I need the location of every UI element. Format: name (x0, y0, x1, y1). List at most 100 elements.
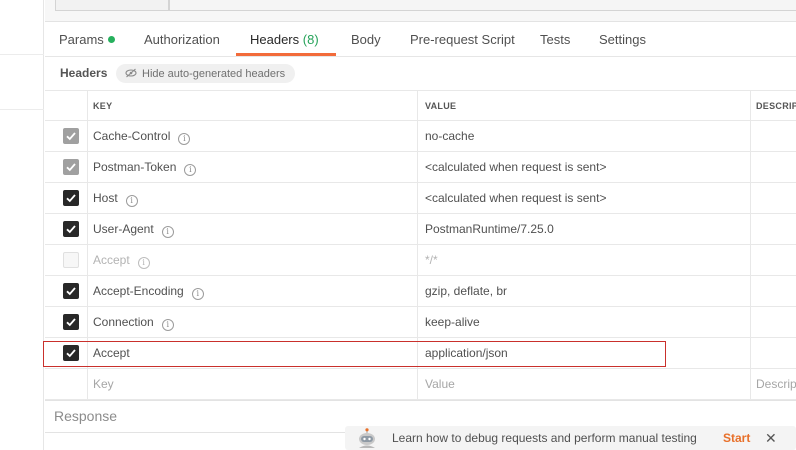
header-enabled-checkbox[interactable] (63, 283, 79, 299)
tab-label: Authorization (144, 32, 220, 47)
hide-button-label: Hide auto-generated headers (142, 68, 286, 80)
header-enabled-checkbox[interactable] (63, 252, 79, 268)
tab-label: Tests (540, 32, 571, 47)
header-key-cell[interactable]: User-Agent i (87, 214, 417, 244)
eye-slash-icon (125, 64, 137, 83)
response-title: Response (54, 408, 118, 424)
header-key: User-Agent (93, 222, 154, 236)
method-select[interactable] (55, 0, 169, 11)
table-row: Cache-Control i no-cache (45, 121, 796, 152)
tab-tests[interactable]: Tests (540, 22, 570, 57)
header-check-column (45, 91, 87, 121)
header-enabled-checkbox[interactable] (63, 314, 79, 330)
header-description-cell[interactable] (750, 338, 796, 368)
header-enabled-checkbox[interactable] (63, 128, 79, 144)
info-icon[interactable]: i (191, 288, 204, 300)
header-value-cell[interactable]: <calculated when request is sent> (417, 183, 750, 213)
row-check-cell (45, 152, 87, 182)
toast-start-button[interactable]: Start (723, 426, 750, 450)
header-key-cell[interactable]: Accept-Encoding i (87, 276, 417, 306)
header-value-cell[interactable]: PostmanRuntime/7.25.0 (417, 214, 750, 244)
header-key-cell[interactable]: Postman-Token i (87, 152, 417, 182)
hide-auto-generated-headers-button[interactable]: Hide auto-generated headers (116, 64, 296, 83)
column-header-value: VALUE (417, 91, 750, 121)
row-check-cell (45, 183, 87, 213)
new-header-row: Key Value Descript (45, 369, 796, 400)
table-row: Host i <calculated when request is sent> (45, 183, 796, 214)
header-enabled-checkbox[interactable] (63, 190, 79, 206)
header-description-cell[interactable] (750, 152, 796, 182)
header-description-cell[interactable] (750, 214, 796, 244)
header-key: Cache-Control (93, 129, 171, 143)
postman-bot-icon (355, 428, 379, 450)
active-tab-indicator (236, 53, 336, 56)
sidebar-divider (0, 109, 44, 110)
row-check-cell (45, 276, 87, 306)
table-row: Accept-Encoding i gzip, deflate, br (45, 276, 796, 307)
request-tabs: Params Authorization Headers (8) Body Pr… (45, 22, 796, 57)
tab-label: Pre-request Script (410, 32, 515, 47)
table-header-row: KEY VALUE DESCRIP (45, 90, 796, 121)
header-key-cell[interactable]: Cache-Control i (87, 121, 417, 151)
new-description-input[interactable]: Descript (750, 369, 796, 399)
tab-settings[interactable]: Settings (599, 22, 646, 57)
header-key: Accept-Encoding (93, 284, 184, 298)
row-check-cell (45, 338, 87, 368)
toast-message: Learn how to debug requests and perform … (392, 431, 697, 445)
tab-label: Params (59, 32, 104, 47)
header-value-cell[interactable]: no-cache (417, 121, 750, 151)
header-value-cell[interactable]: keep-alive (417, 307, 750, 337)
tab-pre-request-script[interactable]: Pre-request Script (410, 22, 515, 57)
header-key-cell[interactable]: Accept (87, 338, 417, 368)
row-check-cell (45, 245, 87, 275)
header-description-cell[interactable] (750, 183, 796, 213)
sidebar-divider (0, 54, 44, 55)
info-icon[interactable]: i (161, 319, 174, 331)
table-row: User-Agent i PostmanRuntime/7.25.0 (45, 214, 796, 245)
header-key: Host (93, 191, 118, 205)
column-header-description: DESCRIP (750, 91, 796, 121)
header-value-cell[interactable]: gzip, deflate, br (417, 276, 750, 306)
tab-label: Settings (599, 32, 646, 47)
header-description-cell[interactable] (750, 245, 796, 275)
info-icon[interactable]: i (125, 195, 138, 207)
header-description-cell[interactable] (750, 276, 796, 306)
column-header-key: KEY (87, 91, 417, 121)
headers-toolbar: Headers Hide auto-generated headers (45, 57, 796, 90)
table-row: Postman-Token i <calculated when request … (45, 152, 796, 183)
row-check-cell (45, 369, 87, 399)
new-value-input[interactable]: Value (417, 369, 750, 399)
header-enabled-checkbox[interactable] (63, 345, 79, 361)
info-icon[interactable]: i (178, 133, 191, 145)
header-value-cell[interactable]: */* (417, 245, 750, 275)
info-icon[interactable]: i (137, 257, 150, 269)
header-description-cell[interactable] (750, 307, 796, 337)
header-enabled-checkbox[interactable] (63, 159, 79, 175)
header-key-cell[interactable]: Connection i (87, 307, 417, 337)
header-value-cell[interactable]: <calculated when request is sent> (417, 152, 750, 182)
url-input[interactable] (169, 0, 796, 11)
header-key: Accept (93, 346, 130, 360)
table-row: Accept i */* (45, 245, 796, 276)
check-icon (66, 318, 76, 327)
header-value-cell[interactable]: application/json (417, 338, 750, 368)
tab-headers[interactable]: Headers (8) (250, 22, 319, 57)
info-icon[interactable]: i (184, 164, 197, 176)
header-key: Connection (93, 315, 154, 329)
header-description-cell[interactable] (750, 121, 796, 151)
tab-authorization[interactable]: Authorization (144, 22, 220, 57)
close-icon[interactable]: ✕ (765, 426, 777, 450)
request-panel: Params Authorization Headers (8) Body Pr… (43, 0, 796, 450)
tip-toast: Learn how to debug requests and perform … (345, 426, 796, 450)
new-key-input[interactable]: Key (87, 369, 417, 399)
tab-body[interactable]: Body (351, 22, 381, 57)
tab-params[interactable]: Params (59, 22, 115, 57)
header-key-cell[interactable]: Host i (87, 183, 417, 213)
info-icon[interactable]: i (161, 226, 174, 238)
header-key-cell[interactable]: Accept i (87, 245, 417, 275)
header-enabled-checkbox[interactable] (63, 221, 79, 237)
check-icon (66, 163, 76, 172)
header-key: Postman-Token (93, 160, 177, 174)
check-icon (66, 132, 76, 141)
check-icon (66, 194, 76, 203)
